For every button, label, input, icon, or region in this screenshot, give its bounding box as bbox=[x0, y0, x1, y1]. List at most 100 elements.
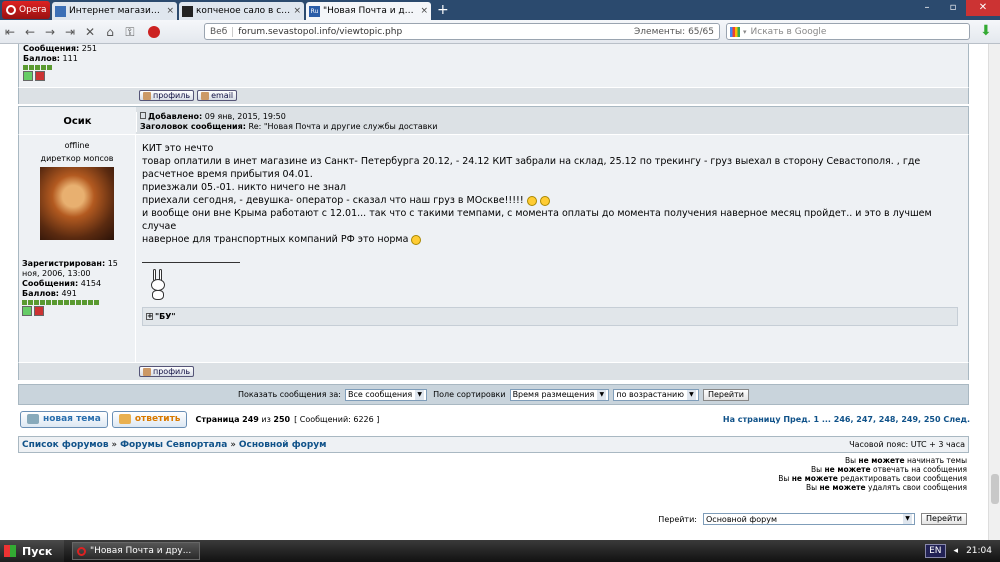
favicon-icon bbox=[182, 5, 193, 17]
spoiler-box[interactable]: + "БУ" bbox=[142, 307, 958, 326]
close-tab-icon[interactable]: × bbox=[420, 6, 428, 16]
signature-divider bbox=[142, 262, 240, 263]
goto-label: На страницу bbox=[722, 414, 781, 424]
scroll-thumb[interactable] bbox=[991, 474, 999, 504]
tab-2[interactable]: копченое сало в супер... × bbox=[179, 2, 304, 20]
volume-icon[interactable]: ◂ bbox=[954, 546, 959, 556]
page-indicator: Страница 249 из 250 bbox=[195, 415, 290, 424]
panel-toggle-icon[interactable]: ⇤ bbox=[0, 22, 20, 42]
home-icon[interactable]: ⌂ bbox=[100, 22, 120, 42]
new-topic-button[interactable]: новая тема bbox=[20, 410, 108, 428]
close-tab-icon[interactable]: × bbox=[166, 6, 174, 16]
spoiler-label: "БУ" bbox=[155, 312, 176, 321]
page-total: 250 bbox=[273, 414, 291, 424]
favicon-icon bbox=[55, 5, 66, 17]
system-tray: EN ◂ 21:04 bbox=[925, 544, 1000, 558]
profile-button[interactable]: профиль bbox=[139, 90, 195, 101]
post-line-with-smile: наверное для транспортных компаний РФ эт… bbox=[142, 233, 958, 246]
opera-menu-button[interactable]: Opera bbox=[2, 1, 50, 19]
sort-label: Поле сортировки bbox=[433, 390, 506, 399]
start-button[interactable]: Пуск bbox=[0, 540, 64, 562]
author-stats: Зарегистрирован: 15 ноя, 2006, 13:00 Соо… bbox=[22, 259, 132, 316]
prev-post-buttons: профиль email bbox=[136, 90, 968, 101]
permission-item: Вы не можете отвечать на сообщения bbox=[811, 465, 967, 474]
chevron-down-icon[interactable]: ▾ bbox=[743, 28, 747, 36]
stop-icon[interactable]: ✕ bbox=[80, 22, 100, 42]
new-tab-button[interactable]: + bbox=[437, 2, 449, 18]
status-icons bbox=[23, 71, 132, 81]
bunny-signature-icon bbox=[148, 269, 168, 301]
page-links: На страницу Пред. 1 ... 246, 247, 248, 2… bbox=[723, 415, 970, 424]
author-rank: диреткор мопсов bbox=[40, 154, 114, 163]
language-indicator[interactable]: EN bbox=[925, 544, 946, 558]
online-icon bbox=[23, 71, 33, 81]
opera-unite-icon[interactable] bbox=[148, 25, 160, 38]
added-label: Добавлено: bbox=[148, 112, 203, 121]
breadcrumb-main-forum[interactable]: Основной форум bbox=[239, 440, 327, 450]
pagination-bar: новая тема ответить Страница 249 из 250 … bbox=[20, 409, 970, 429]
tab-3-active[interactable]: Ru "Новая Почта и другие ... × bbox=[306, 2, 431, 20]
maximize-icon[interactable]: ▫ bbox=[940, 0, 966, 16]
gender-icon bbox=[34, 306, 44, 316]
smile-icon bbox=[411, 234, 422, 245]
forward-icon[interactable]: → bbox=[40, 22, 60, 42]
prev-points: Баллов: 111 bbox=[23, 54, 78, 63]
key-icon[interactable]: ⚿ bbox=[120, 22, 140, 42]
rank-stars bbox=[22, 300, 132, 305]
post-subject: Заголовок сообщения: Re: "Новая Почта и … bbox=[140, 122, 968, 132]
sort-value: Время размещения bbox=[512, 390, 595, 399]
address-bar[interactable]: Веб forum.sevastopol.info/viewtopic.php … bbox=[204, 23, 720, 40]
registered: Зарегистрирован: 15 ноя, 2006, 13:00 bbox=[22, 259, 118, 278]
download-icon[interactable]: ⬇ bbox=[980, 24, 994, 39]
post-line: приехали сегодня, - девушка- оператор - … bbox=[142, 195, 524, 206]
post-header: Добавлено: 09 янв, 2015, 19:50 Заголовок… bbox=[136, 112, 968, 132]
jump-box: Перейти: Основной форум ▼ Перейти bbox=[658, 513, 967, 525]
breadcrumb-forum-list[interactable]: Список форумов bbox=[22, 440, 109, 450]
close-window-icon[interactable]: ✕ bbox=[966, 0, 1000, 16]
fast-forward-icon[interactable]: ⇥ bbox=[60, 22, 80, 42]
sort-field-select[interactable]: Время размещения ▼ bbox=[509, 388, 610, 401]
task-label: "Новая Почта и дру... bbox=[90, 546, 192, 556]
web-label: Веб bbox=[205, 26, 234, 37]
show-select[interactable]: Все сообщения ▼ bbox=[344, 388, 428, 401]
chevron-down-icon: ▼ bbox=[415, 389, 425, 400]
page-word: Страница bbox=[195, 414, 240, 424]
post-content: КИТ это нечто товар оплатили в инет мага… bbox=[136, 142, 964, 326]
search-box[interactable]: ▾ Искать в Google bbox=[726, 23, 970, 40]
smile-icon bbox=[539, 195, 550, 206]
start-label: Пуск bbox=[22, 544, 53, 558]
post-author-name[interactable]: Осик bbox=[19, 107, 136, 135]
chevron-down-icon: ▼ bbox=[597, 389, 607, 400]
page-scrollbar[interactable] bbox=[988, 44, 1000, 540]
messages-info: [ Сообщений: 6226 ] bbox=[294, 414, 380, 424]
breadcrumb-sevportal[interactable]: Форумы Севпортала bbox=[120, 440, 227, 450]
tab-1[interactable]: Интернет магазин Nago... × bbox=[52, 2, 177, 20]
email-button[interactable]: email bbox=[197, 90, 238, 101]
page-numbers[interactable]: 1 ... 246, 247, 248, 249, 250 bbox=[814, 415, 941, 424]
expand-icon[interactable]: + bbox=[146, 313, 153, 320]
jump-select[interactable]: Основной форум ▼ bbox=[703, 513, 915, 525]
jump-go-button[interactable]: Перейти bbox=[921, 513, 967, 525]
profile-icon bbox=[143, 367, 151, 376]
back-icon[interactable]: ← bbox=[20, 22, 40, 42]
next-page-link[interactable]: След. bbox=[943, 415, 970, 424]
sort-order-select[interactable]: по возрастанию ▼ bbox=[613, 388, 699, 401]
post-header-row: Осик Добавлено: 09 янв, 2015, 19:50 Заго… bbox=[18, 106, 969, 135]
post-line: приезжали 05.-01. никто ничего не знал bbox=[142, 182, 347, 193]
post-line: товар оплатили в инет магазине из Санкт-… bbox=[142, 156, 921, 180]
clock[interactable]: 21:04 bbox=[966, 546, 992, 556]
jump-value: Основной форум bbox=[706, 514, 777, 524]
profile-button[interactable]: профиль bbox=[139, 366, 195, 377]
prev-page-link[interactable]: Пред. bbox=[783, 415, 810, 424]
minimize-icon[interactable]: – bbox=[914, 0, 940, 16]
close-tab-icon[interactable]: × bbox=[293, 6, 301, 16]
post-icon[interactable] bbox=[140, 112, 146, 119]
reply-button[interactable]: ответить bbox=[111, 410, 188, 428]
sort-go-button[interactable]: Перейти bbox=[702, 388, 749, 401]
taskbar-opera-window[interactable]: "Новая Почта и дру... bbox=[72, 542, 200, 560]
show-label: Показать сообщения за: bbox=[238, 390, 341, 399]
status-icons bbox=[22, 306, 132, 316]
url-text[interactable]: forum.sevastopol.info/viewtopic.php bbox=[238, 27, 402, 37]
author-avatar[interactable] bbox=[40, 167, 114, 240]
post-line-with-smiles: приехали сегодня, - девушка- оператор - … bbox=[142, 194, 958, 207]
